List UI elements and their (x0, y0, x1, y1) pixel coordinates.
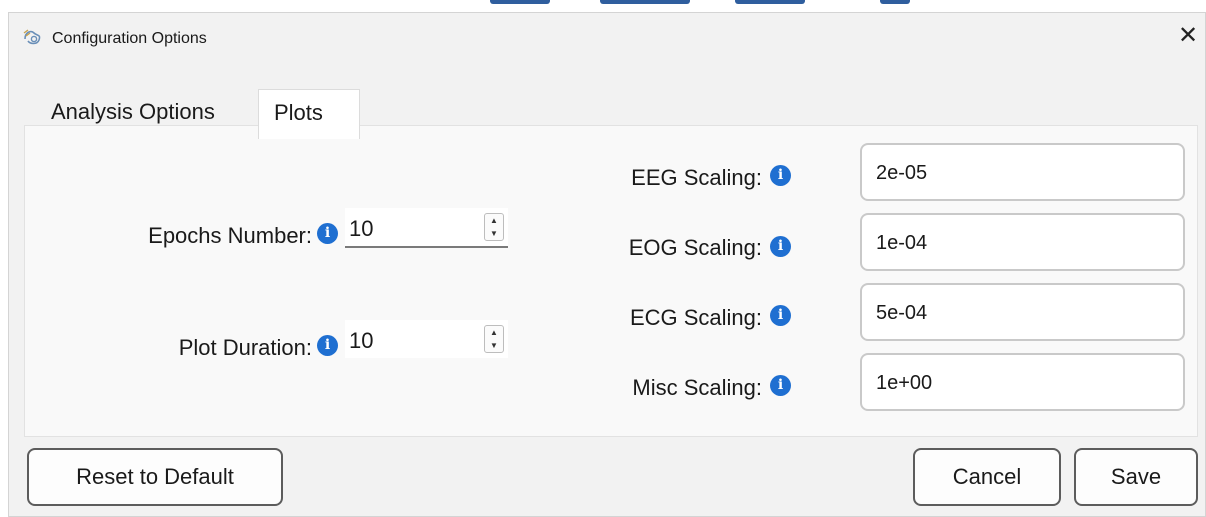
ecg-scaling-value[interactable]: 5e-04 (876, 302, 927, 325)
plots-panel: Epochs Number: i 10 ▲ ▼ Plot Duration: i… (24, 125, 1198, 437)
ecg-scaling-label: ECG Scaling: (629, 305, 762, 330)
plot-duration-info-icon[interactable]: i (317, 335, 338, 356)
eog-scaling-value[interactable]: 1e-04 (876, 232, 927, 255)
ecg-scaling-info-icon[interactable]: i (770, 305, 791, 326)
epochs-number-value[interactable]: 10 (349, 216, 373, 242)
save-button[interactable]: Save (1074, 448, 1198, 506)
background-band (880, 0, 910, 4)
ecg-scaling-input[interactable]: 5e-04 (860, 283, 1185, 341)
window-title: Configuration Options (52, 30, 207, 47)
epochs-number-label: Epochs Number: (148, 223, 312, 248)
eeg-scaling-info-icon[interactable]: i (770, 165, 791, 186)
misc-scaling-info-icon[interactable]: i (770, 375, 791, 396)
title-bar: Configuration Options ✕ (9, 13, 1205, 63)
cancel-button[interactable]: Cancel (913, 448, 1061, 506)
app-logo-icon (23, 29, 41, 45)
epochs-number-info-icon[interactable]: i (317, 223, 338, 244)
tab-label: Analysis Options (51, 99, 215, 124)
spin-up-icon[interactable]: ▲ (485, 214, 503, 227)
reset-to-default-button[interactable]: Reset to Default (27, 448, 283, 506)
epochs-number-spinbox[interactable]: 10 ▲ ▼ (345, 208, 508, 248)
spin-down-icon[interactable]: ▼ (485, 227, 503, 240)
misc-scaling-value[interactable]: 1e+00 (876, 372, 932, 395)
background-strip (0, 0, 1206, 12)
spinbox-arrows: ▲ ▼ (484, 213, 504, 241)
configuration-dialog: Configuration Options ✕ Analysis Options… (8, 12, 1206, 517)
spin-up-icon[interactable]: ▲ (485, 326, 503, 339)
eog-scaling-info-icon[interactable]: i (770, 236, 791, 257)
spin-down-icon[interactable]: ▼ (485, 339, 503, 352)
eog-scaling-input[interactable]: 1e-04 (860, 213, 1185, 271)
misc-scaling-label: Misc Scaling: (632, 375, 762, 400)
eeg-scaling-value[interactable]: 2e-05 (876, 162, 927, 185)
plot-duration-value[interactable]: 10 (349, 328, 373, 354)
background-band (600, 0, 690, 4)
eeg-scaling-label: EEG Scaling: (631, 165, 762, 190)
spinbox-arrows: ▲ ▼ (484, 325, 504, 353)
tab-label: Plots (274, 100, 323, 125)
eeg-scaling-input[interactable]: 2e-05 (860, 143, 1185, 201)
plot-duration-label: Plot Duration: (178, 335, 312, 360)
tab-plots[interactable]: Plots (258, 89, 360, 139)
close-icon[interactable]: ✕ (1173, 21, 1203, 51)
background-band (490, 0, 550, 4)
misc-scaling-input[interactable]: 1e+00 (860, 353, 1185, 411)
plot-duration-spinbox[interactable]: 10 ▲ ▼ (345, 320, 508, 360)
background-band (735, 0, 805, 4)
eog-scaling-label: EOG Scaling: (628, 235, 762, 260)
